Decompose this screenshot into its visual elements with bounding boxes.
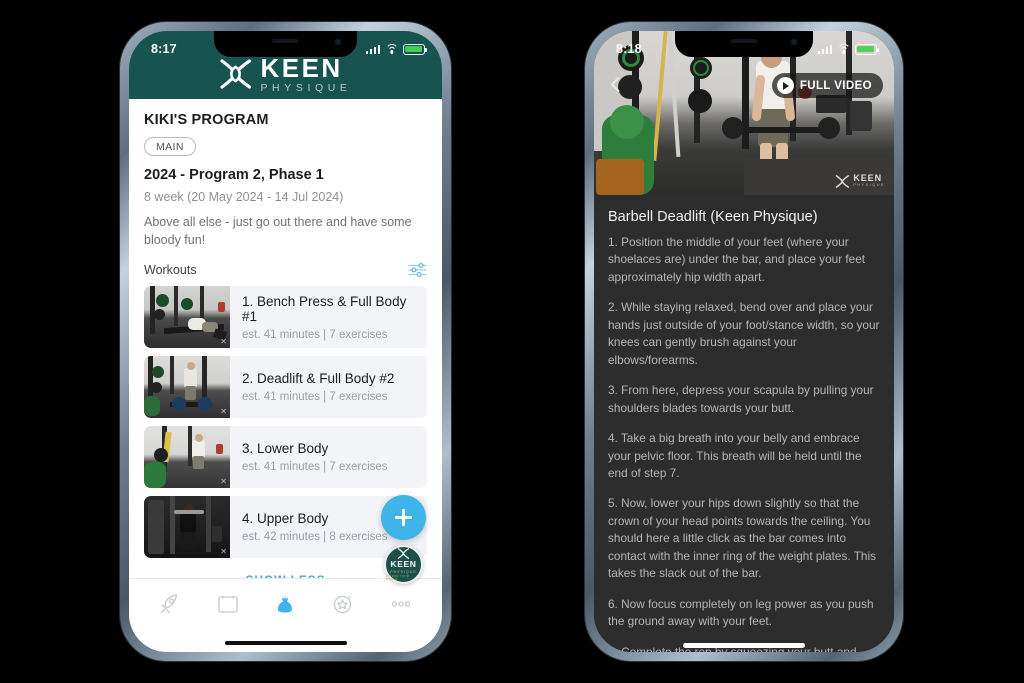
kettlebell-icon[interactable] [272,591,298,617]
workout-info: 2. Deadlift & Full Body #2 est. 41 minut… [230,356,427,418]
logo-physique-text: PHYSIQUE [260,81,352,94]
watermark-keen-text: KEEN [853,173,882,184]
program-name: 2024 - Program 2, Phase 1 [144,167,324,183]
exercise-title: Barbell Deadlift (Keen Physique) [608,209,818,225]
status-indicators [817,43,880,55]
workout-card[interactable]: ✕ 2. Deadlift & Full Body #2 est. 41 min… [144,356,427,419]
workout-card[interactable]: ✕ 3. Lower Body est. 41 minutes | 7 exer… [144,426,427,489]
instruction-step: 1. Position the middle of your feet (whe… [608,235,866,284]
instruction-step: 2. While staying relaxed, bend over and … [608,300,880,367]
program-dates: 8 week (20 May 2024 - 14 Jul 2024) [144,190,344,204]
notch [213,31,358,57]
thumbnail-watermark: ✕ [220,547,227,557]
home-indicator [129,634,442,652]
ellipsis-icon[interactable] [388,591,414,617]
keen-x-logo-icon [836,174,850,188]
front-camera [791,39,797,45]
badge-tagline-text: FIT FOR YOUR WORLD [386,575,410,581]
cellular-bars-icon [817,44,832,54]
full-video-label: FULL VIDEO [799,79,872,92]
page-title: KIKI'S PROGRAM [144,112,269,128]
thumbnail-watermark: ✕ [220,477,227,487]
thumbnail-watermark: ✕ [220,407,227,417]
earpiece-speaker [731,39,757,43]
filter-sliders-icon[interactable] [408,262,427,278]
status-time: 8:18 [616,42,642,56]
workout-name: 1. Bench Press & Full Body #1 [242,293,407,324]
watermark-physique-text: PHYSIQUE [853,183,885,188]
workouts-header: Workouts [144,262,427,278]
calendar-icon[interactable] [215,591,241,617]
deadlift-thumbnail: ✕ [144,356,230,419]
badge-star-icon[interactable] [330,591,356,617]
badge-keen-text: KEEN [390,559,417,569]
exercise-instructions[interactable]: Barbell Deadlift (Keen Physique) 1. Posi… [594,195,894,652]
home-indicator [594,643,894,648]
phone-right: 8:18 FULL VIDEO KEEN PHYSIQUE Barbell De… [585,22,903,661]
battery-icon [855,43,880,55]
bench-press-thumbnail: ✕ [144,286,230,349]
lower-body-thumbnail: ✕ [144,426,230,489]
badge-physique-text: PHYSIQUE [390,569,417,574]
play-icon [776,77,794,94]
phone-right-screen: 8:18 FULL VIDEO KEEN PHYSIQUE Barbell De… [594,31,894,652]
phone-left: 8:17 KEEN PHYSIQUE KIKI'S PROGRAM MAIN 2… [120,22,451,661]
watermark-wordmark: KEEN PHYSIQUE [853,174,885,188]
workouts-label: Workouts [144,263,197,278]
cellular-bars-icon [365,44,380,54]
wifi-icon [837,44,850,54]
wifi-icon [385,44,398,54]
instruction-step: 4. Take a big breath into your belly and… [608,431,862,480]
workout-meta: est. 41 minutes | 7 exercises [242,328,388,341]
earpiece-speaker [272,39,299,43]
instruction-step: 3. From here, depress your scapula by pu… [608,383,874,415]
status-indicators [365,43,428,55]
keen-watermark: KEEN PHYSIQUE [835,174,885,188]
rocket-icon[interactable] [157,591,183,617]
instruction-step: 6. Now focus completely on leg power as … [608,596,874,629]
notch [675,31,813,57]
workout-meta: est. 41 minutes | 7 exercises [242,461,388,474]
full-video-button[interactable]: FULL VIDEO [771,73,883,98]
add-workout-fab[interactable] [381,495,426,540]
workout-info: 1. Bench Press & Full Body #1 est. 41 mi… [230,286,427,348]
exercise-detail-screen: 8:18 FULL VIDEO KEEN PHYSIQUE Barbell De… [594,31,894,652]
bottom-tab-bar [129,578,442,634]
workout-name: 2. Deadlift & Full Body #2 [242,371,395,387]
thumbnail-watermark: ✕ [220,337,227,347]
status-time: 8:17 [151,42,177,56]
instruction-step: 5. Now, lower your hips down slightly so… [608,496,876,581]
phone-left-screen: 8:17 KEEN PHYSIQUE KIKI'S PROGRAM MAIN 2… [129,31,442,652]
workout-card[interactable]: ✕ 1. Bench Press & Full Body #1 est. 41 … [144,286,427,349]
status-badge: MAIN [144,137,196,156]
workout-meta: est. 41 minutes | 7 exercises [242,391,388,404]
upper-body-thumbnail: ✕ [144,496,230,559]
keen-brand-badge[interactable]: KEEN PHYSIQUE FIT FOR YOUR WORLD [384,545,423,584]
battery-icon [403,43,428,55]
screenshot-stage: 8:17 KEEN PHYSIQUE KIKI'S PROGRAM MAIN 2… [0,0,1024,683]
keen-x-logo-icon [397,548,410,559]
front-camera [335,39,342,45]
workout-name: 3. Lower Body [242,441,329,457]
workout-info: 3. Lower Body est. 41 minutes | 7 exerci… [230,426,427,488]
program-description: Above all else - just go out there and h… [144,215,412,248]
program-screen: 8:17 KEEN PHYSIQUE KIKI'S PROGRAM MAIN 2… [129,31,442,652]
chevron-left-icon[interactable] [607,76,624,93]
keen-x-logo-icon [220,59,252,89]
